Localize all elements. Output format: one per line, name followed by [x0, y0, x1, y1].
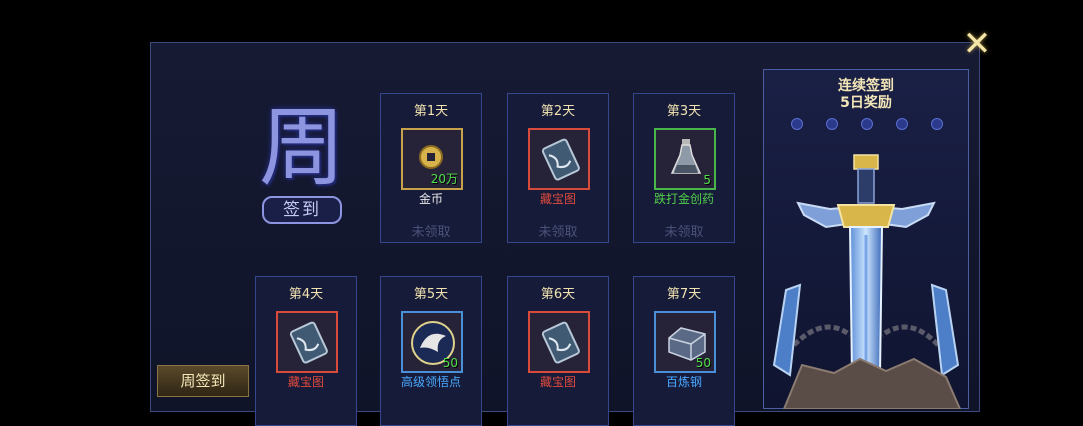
claim-status: 未领取 [411, 225, 451, 240]
item-name: 藏宝图 [287, 375, 324, 389]
item-name: 高级领悟点 [400, 375, 461, 389]
progress-dot [931, 118, 943, 130]
day-title: 第2天 [540, 104, 576, 119]
sword-icon[interactable] [764, 145, 968, 409]
item-slot: 50 [654, 311, 716, 373]
progress-dot [896, 118, 908, 130]
item-quantity: 50 [695, 356, 711, 370]
day-title: 第5天 [413, 287, 449, 302]
day-title: 第4天 [288, 287, 324, 302]
tab-weekly-sign-in[interactable]: 周签到 [157, 365, 249, 397]
weekly-sign-in-emblem: 周 签到 [256, 98, 348, 234]
close-icon[interactable]: ✕ [960, 27, 994, 61]
day-card-3[interactable]: 第3天 5 跌打金创药 未领取 [633, 93, 735, 243]
day-title: 第6天 [540, 287, 576, 302]
day-card-7[interactable]: 第7天 50 百炼钢 [633, 276, 735, 426]
item-slot [528, 311, 590, 373]
progress-dot [826, 118, 838, 130]
claim-status: 未领取 [538, 225, 578, 240]
item-name: 跌打金创药 [653, 192, 714, 206]
item-quantity: 50 [442, 356, 458, 370]
streak-title-line1: 连续签到 [838, 78, 894, 94]
streak-bonus-panel: 连续签到 5日奖励 [763, 69, 969, 409]
day-title: 第3天 [666, 104, 702, 119]
day-title: 第1天 [413, 104, 449, 119]
day-card-6[interactable]: 第6天 藏宝图 [507, 276, 609, 426]
emblem-badge: 签到 [262, 196, 342, 224]
streak-title-line2: 5日奖励 [840, 95, 892, 111]
streak-progress-dots [791, 118, 943, 132]
day-card-1[interactable]: 第1天 20万 金币 未领取 [380, 93, 482, 243]
day-card-2[interactable]: 第2天 藏宝图 未领取 [507, 93, 609, 243]
item-slot: 5 [654, 128, 716, 190]
progress-dot [861, 118, 873, 130]
item-name: 藏宝图 [539, 375, 576, 389]
streak-bonus-title: 连续签到 5日奖励 [764, 78, 968, 112]
item-slot [528, 128, 590, 190]
day-title: 第7天 [666, 287, 702, 302]
treasure-map-icon [289, 321, 328, 364]
claim-status: 未领取 [664, 225, 704, 240]
day-card-4[interactable]: 第4天 藏宝图 [255, 276, 357, 426]
item-name: 藏宝图 [539, 192, 576, 206]
progress-dot [791, 118, 803, 130]
treasure-map-icon [541, 321, 580, 364]
item-slot [276, 311, 338, 373]
day-card-5[interactable]: 第5天 50 高级领悟点 [380, 276, 482, 426]
item-name: 百炼钢 [665, 375, 702, 389]
item-quantity: 20万 [430, 172, 458, 186]
item-slot: 20万 [401, 128, 463, 190]
emblem-char: 周 [259, 98, 345, 198]
item-name: 金币 [418, 192, 443, 206]
treasure-map-icon [541, 138, 580, 181]
item-quantity: 5 [703, 173, 711, 187]
item-slot: 50 [401, 311, 463, 373]
